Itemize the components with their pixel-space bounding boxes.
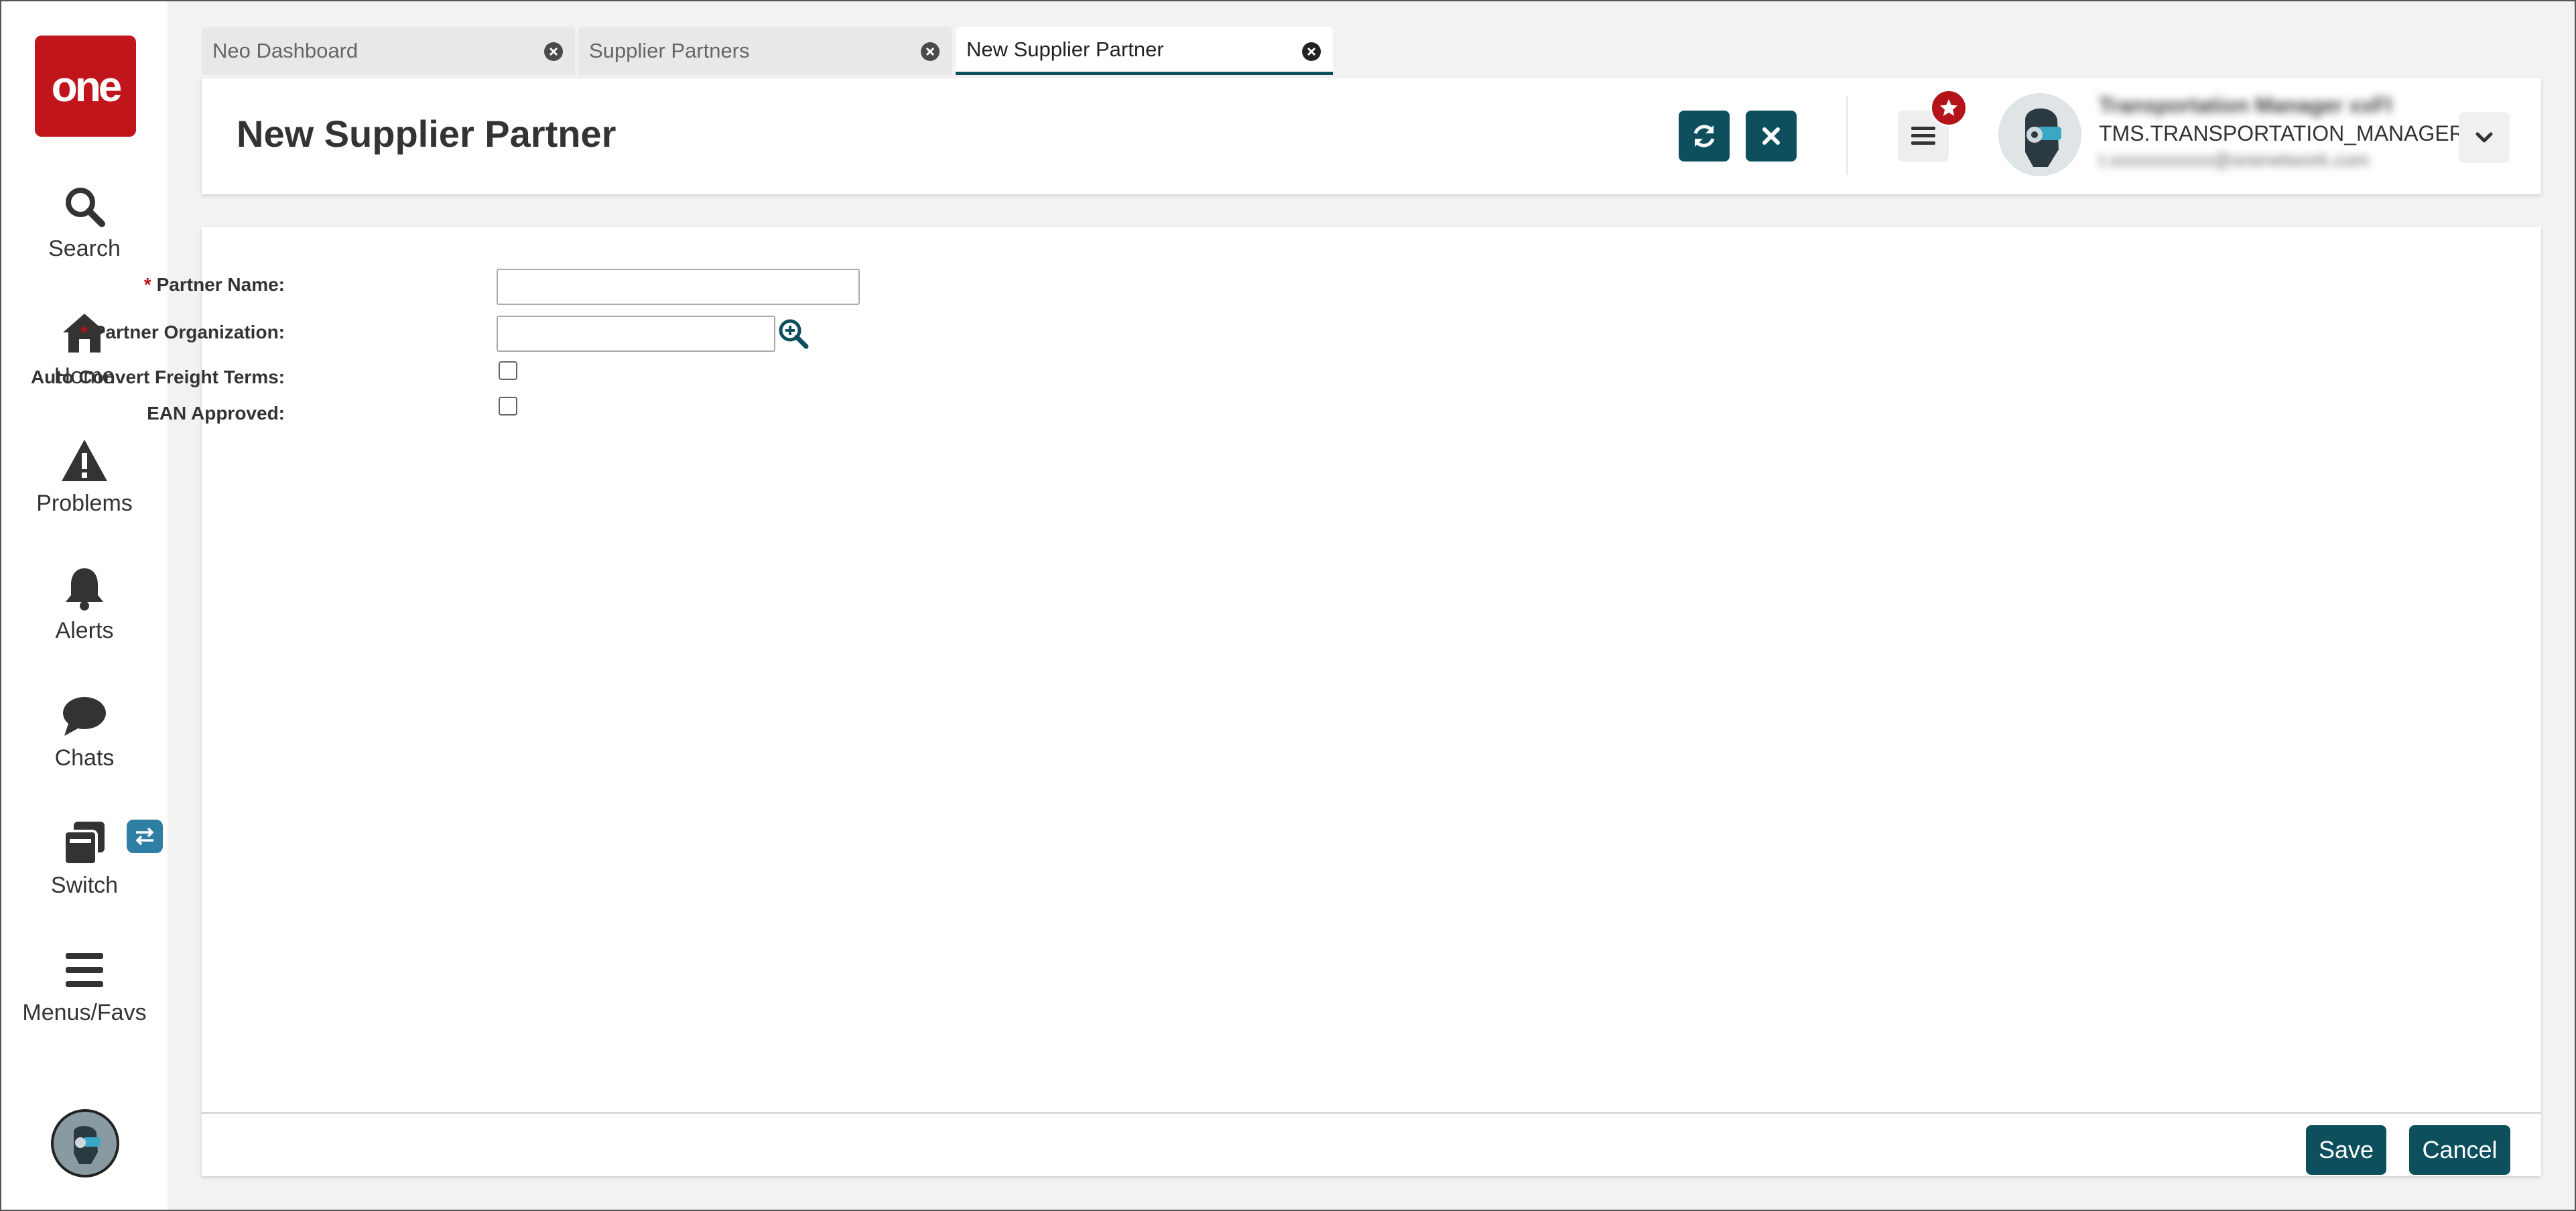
tab-new-supplier-partner[interactable]: New Supplier Partner bbox=[956, 27, 1333, 75]
user-avatar[interactable] bbox=[51, 1109, 119, 1177]
menu-icon bbox=[66, 953, 103, 987]
partner-organization-label: * Partner Organization: bbox=[80, 322, 285, 342]
close-page-button[interactable] bbox=[1746, 111, 1797, 162]
nav-switch-label: Switch bbox=[50, 873, 119, 898]
switch-arrows-icon[interactable] bbox=[127, 820, 163, 853]
switch-icon bbox=[63, 822, 105, 866]
one-logo[interactable]: one bbox=[35, 36, 136, 137]
close-icon bbox=[1762, 127, 1780, 145]
chevron-down-icon bbox=[2475, 132, 2493, 143]
tab-supplier-partners[interactable]: Supplier Partners bbox=[578, 27, 952, 75]
auto-convert-freight-terms-label: Auto Convert Freight Terms: bbox=[30, 367, 285, 387]
warning-icon bbox=[62, 440, 107, 481]
nav-search-label: Search bbox=[48, 236, 121, 261]
close-icon[interactable] bbox=[544, 42, 563, 61]
close-icon[interactable] bbox=[1302, 42, 1321, 61]
tab-label: Supplier Partners bbox=[589, 39, 750, 62]
refresh-button[interactable] bbox=[1679, 111, 1730, 162]
close-icon[interactable] bbox=[921, 42, 940, 61]
cancel-button[interactable]: Cancel bbox=[2409, 1125, 2510, 1175]
bell-icon bbox=[66, 568, 103, 611]
nav-problems-label: Problems bbox=[36, 491, 133, 516]
ean-approved-checkbox[interactable] bbox=[499, 397, 517, 416]
user-dropdown-button[interactable] bbox=[2459, 112, 2510, 163]
header-user-avatar[interactable] bbox=[1998, 93, 2081, 176]
user-role: TMS.TRANSPORTATION_MANAGER bbox=[2099, 121, 2465, 145]
ean-approved-label: EAN Approved: bbox=[147, 403, 285, 424]
left-nav-rail: one Search Home Problems Alerts Chats Sw… bbox=[1, 1, 168, 1210]
partner-name-label: * Partner Name: bbox=[143, 274, 285, 295]
footer-divider bbox=[202, 1112, 2541, 1114]
tab-neo-dashboard[interactable]: Neo Dashboard bbox=[202, 27, 575, 75]
required-asterisk: * bbox=[80, 322, 88, 342]
required-asterisk: * bbox=[143, 274, 151, 295]
nav-alerts-label: Alerts bbox=[55, 618, 114, 643]
nav-menus-favs[interactable]: Menus/Favs bbox=[1, 946, 168, 1026]
nav-menus-favs-label: Menus/Favs bbox=[22, 1000, 147, 1025]
favorites-star-icon[interactable] bbox=[1930, 89, 1968, 127]
tab-label: New Supplier Partner bbox=[966, 37, 1164, 61]
nav-problems[interactable]: Problems bbox=[1, 437, 168, 517]
auto-convert-freight-terms-checkbox[interactable] bbox=[499, 361, 517, 380]
nav-chats-label: Chats bbox=[54, 745, 115, 771]
search-icon bbox=[66, 188, 105, 227]
nav-alerts[interactable]: Alerts bbox=[1, 564, 168, 644]
refresh-icon bbox=[1693, 125, 1715, 147]
partner-name-input[interactable] bbox=[497, 269, 860, 305]
user-email: t.xxxxxxxxxxx@onenetwork.com bbox=[2099, 149, 2370, 170]
page-title: New Supplier Partner bbox=[237, 113, 617, 155]
chat-icon bbox=[63, 697, 106, 736]
user-name: Transportation Manager xxFl bbox=[2099, 93, 2392, 117]
hamburger-icon bbox=[1911, 127, 1935, 145]
lookup-magnifier-icon[interactable] bbox=[777, 317, 809, 349]
partner-organization-input[interactable] bbox=[497, 316, 775, 352]
tab-label: Neo Dashboard bbox=[212, 39, 359, 62]
form-panel: * Partner Name: * Partner Organization: Au… bbox=[31, 227, 2541, 1176]
nav-search[interactable]: Search bbox=[1, 182, 168, 262]
save-button[interactable]: Save bbox=[2306, 1125, 2386, 1175]
nav-chats[interactable]: Chats bbox=[1, 692, 168, 771]
page-header: New Supplier Partner Transportation Mana… bbox=[202, 78, 2541, 194]
header-divider bbox=[1846, 96, 1848, 175]
